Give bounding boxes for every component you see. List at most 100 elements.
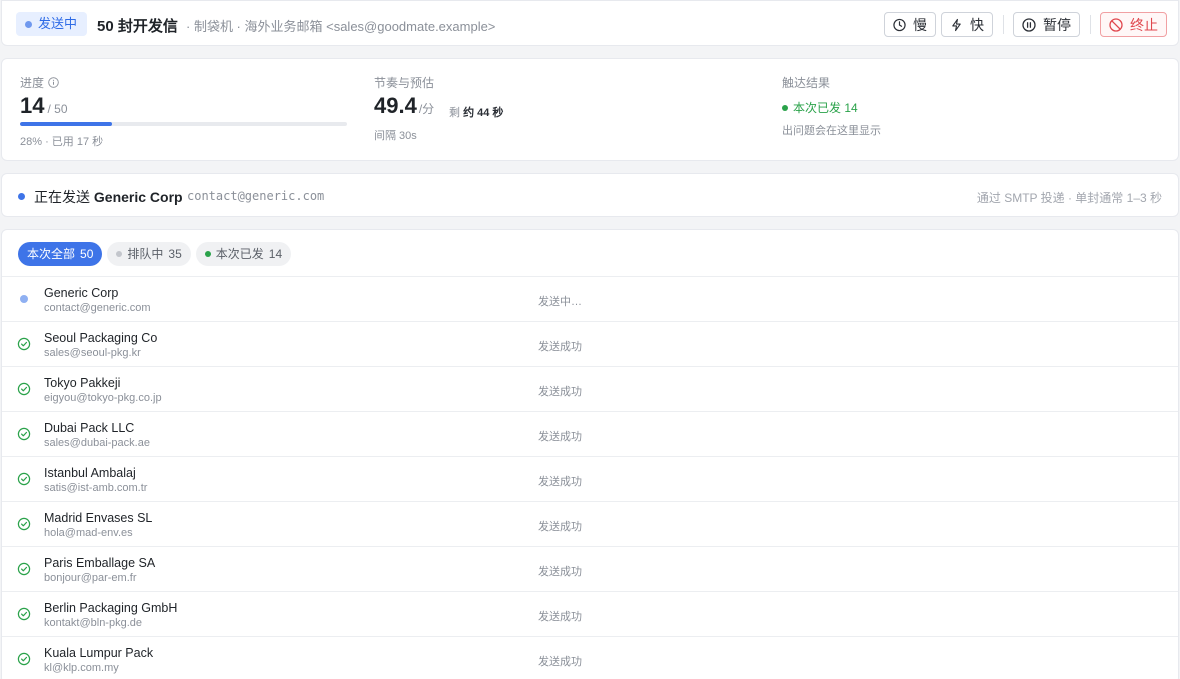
success-dot-icon xyxy=(782,104,788,111)
recipient-name: Istanbul Ambalaj xyxy=(44,466,136,480)
current-sending-text: 正在发送 Generic Corp xyxy=(34,187,183,207)
campaign-meta: · 制袋机 · 海外业务邮箱 <sales@goodmate.example> xyxy=(186,19,496,34)
tab-all[interactable]: 本次全部 50 xyxy=(18,242,103,266)
remaining-time: 剩 约 44 秒 xyxy=(449,104,503,120)
interval-note: 间隔 30s xyxy=(374,130,417,142)
recipient-status: 发送成功 xyxy=(538,611,582,623)
stop-button[interactable]: 终止 xyxy=(1100,12,1167,37)
progress-label: 进度 xyxy=(20,74,59,91)
check-circle-icon xyxy=(17,607,31,621)
recipient-name: Madrid Envases SL xyxy=(44,511,153,525)
status-dot-icon xyxy=(25,20,32,28)
current-company: Generic Corp xyxy=(93,189,183,205)
recipient-email: sales@dubai-pack.ae xyxy=(44,437,150,449)
recipient-row[interactable]: Generic Corp contact@generic.com 发送中… xyxy=(2,276,1178,321)
clock-icon xyxy=(893,18,906,31)
stop-button-label: 终止 xyxy=(1130,16,1158,33)
fast-button[interactable]: 快 xyxy=(941,12,993,37)
recipient-status: 发送成功 xyxy=(538,386,582,398)
pause-button[interactable]: 暂停 xyxy=(1013,12,1080,37)
recipient-row[interactable]: Madrid Envases SL hola@mad-env.es 发送成功 xyxy=(2,501,1178,546)
tab-queued-count: 35 xyxy=(168,247,182,261)
recipient-list-panel: 本次全部 50 排队中 35 本次已发 14 Generic Corp conta… xyxy=(1,229,1179,679)
rate-label: 节奏与预估 xyxy=(374,76,435,90)
info-icon[interactable] xyxy=(48,77,59,88)
result-sent-text: 本次已发 14 xyxy=(793,101,858,115)
pause-button-label: 暂停 xyxy=(1043,16,1071,33)
rate-value: 49.4/分 xyxy=(374,93,434,119)
status-badge-label: 发送中 xyxy=(38,16,78,31)
recipient-row[interactable]: Berlin Packaging GmbH kontakt@bln-pkg.de 发… xyxy=(2,591,1178,636)
recipient-row[interactable]: Paris Emballage SA bonjour@par-em.fr 发送成功 xyxy=(2,546,1178,591)
slow-button[interactable]: 慢 xyxy=(884,12,936,37)
recipient-status: 发送成功 xyxy=(538,566,582,578)
recipient-status: 发送成功 xyxy=(538,521,582,533)
check-circle-icon xyxy=(17,427,31,441)
rate-unit: /分 xyxy=(418,102,435,116)
tab-sent-label: 本次已发 xyxy=(215,247,264,261)
recipient-email: satis@ist-amb.com.tr xyxy=(44,482,148,494)
recipient-status: 发送成功 xyxy=(538,431,582,443)
result-sent: 本次已发 14 xyxy=(782,99,858,116)
current-email: contact@generic.com xyxy=(187,189,325,203)
check-circle-icon xyxy=(17,562,31,576)
check-circle-icon xyxy=(17,382,31,396)
tab-sent[interactable]: 本次已发 14 xyxy=(195,242,292,266)
recipient-email: sales@seoul-pkg.kr xyxy=(44,347,141,359)
recipient-name: Tokyo Pakkeji xyxy=(44,376,121,390)
tab-queued-label: 排队中 xyxy=(127,247,164,261)
recipient-name: Seoul Packaging Co xyxy=(44,331,158,345)
remaining-prefix: 剩 xyxy=(449,107,460,119)
recipient-row[interactable]: Seoul Packaging Co sales@seoul-pkg.kr 发送成功 xyxy=(2,321,1178,366)
recipient-row[interactable]: Istanbul Ambalaj satis@ist-amb.com.tr 发送成功 xyxy=(2,456,1178,501)
recipient-row[interactable]: Tokyo Pakkeji eigyou@tokyo-pkg.co.jp 发送成功 xyxy=(2,366,1178,411)
recipient-row[interactable]: Kuala Lumpur Pack kl@klp.com.my 发送成功 xyxy=(2,636,1178,679)
recipient-status: 发送成功 xyxy=(538,476,582,488)
progress-value: 14/ 50 xyxy=(20,93,68,119)
current-prefix: 正在发送 xyxy=(34,189,90,205)
header-bar: 发送中 50 封开发信 · 制袋机 · 海外业务邮箱 <sales@goodma… xyxy=(1,0,1179,46)
status-badge: 发送中 xyxy=(16,12,88,36)
tab-all-label: 本次全部 xyxy=(27,247,76,261)
recipient-list: Generic Corp contact@generic.com 发送中… Seoul… xyxy=(2,276,1178,679)
rate-number: 49.4 xyxy=(374,93,417,118)
check-circle-icon xyxy=(17,652,31,666)
recipient-name: Kuala Lumpur Pack xyxy=(44,646,154,660)
stats-panel: 进度 14/ 50 28% · 已用 17 秒 节奏与预估 49.4/分 剩 约… xyxy=(1,58,1179,161)
check-circle-icon xyxy=(17,337,31,351)
toolbar-divider xyxy=(1090,15,1091,34)
tab-sent-count: 14 xyxy=(268,247,283,261)
progress-total: / 50 xyxy=(47,102,68,116)
delivery-hint: 通过 SMTP 投递 · 单封通常 1–3 秒 xyxy=(976,191,1162,205)
recipient-name: Berlin Packaging GmbH xyxy=(44,601,178,615)
current-sending-bar: 正在发送 Generic Corp contact@generic.com 通过… xyxy=(1,173,1179,217)
recipient-email: bonjour@par-em.fr xyxy=(44,572,137,584)
lightning-icon xyxy=(952,18,961,31)
sending-dot-icon xyxy=(18,193,25,200)
pause-icon xyxy=(1022,17,1036,32)
slow-button-label: 慢 xyxy=(913,16,927,33)
recipient-row[interactable]: Dubai Pack LLC sales@dubai-pack.ae 发送成功 xyxy=(2,411,1178,456)
check-circle-icon xyxy=(17,517,31,531)
progress-label-text: 进度 xyxy=(20,76,45,90)
remaining-value: 约 44 秒 xyxy=(463,107,504,119)
progress-bar-fill xyxy=(20,122,112,126)
recipient-name: Generic Corp xyxy=(44,286,119,300)
progress-count: 14 xyxy=(20,93,45,118)
recipient-email: hola@mad-env.es xyxy=(44,527,133,539)
page-title: 50 封开发信 xyxy=(97,18,178,35)
result-note: 出问题会在这里显示 xyxy=(782,125,881,137)
recipient-name: Dubai Pack LLC xyxy=(44,421,135,435)
result-label: 触达结果 xyxy=(782,76,831,90)
filter-tabs: 本次全部 50 排队中 35 本次已发 14 xyxy=(18,242,292,266)
sent-dot-icon xyxy=(204,251,211,257)
recipient-status: 发送中… xyxy=(538,296,582,308)
recipient-email: contact@generic.com xyxy=(44,302,151,314)
progress-bar xyxy=(20,122,347,126)
recipient-status: 发送成功 xyxy=(538,656,582,668)
check-circle-icon xyxy=(17,472,31,486)
recipient-email: kl@klp.com.my xyxy=(44,662,119,674)
sending-dot-icon xyxy=(17,292,31,306)
recipient-email: kontakt@bln-pkg.de xyxy=(44,617,143,629)
tab-queued[interactable]: 排队中 35 xyxy=(107,242,191,266)
